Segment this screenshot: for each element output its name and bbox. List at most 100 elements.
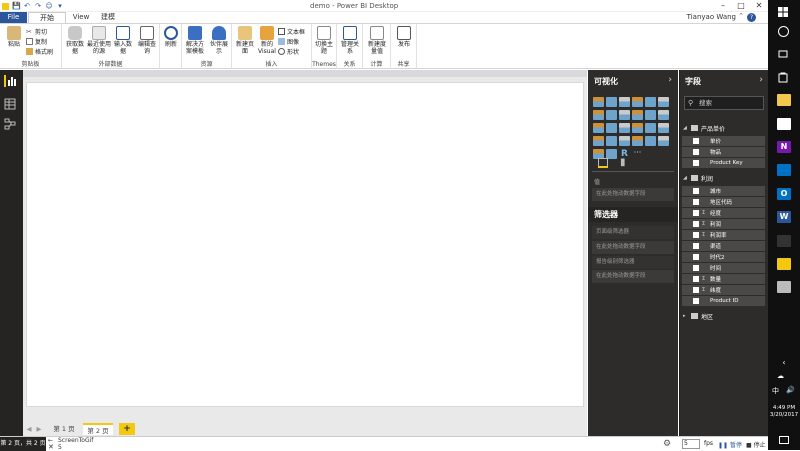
field-checkbox[interactable] [693,221,699,227]
scatter-visual-icon[interactable] [606,123,617,133]
user-name[interactable]: Tianyao Wang [687,13,736,21]
tab-view[interactable]: View [68,12,94,23]
stacked-column-visual-icon[interactable] [606,97,617,107]
field-table[interactable]: ◢ 产品单价 [683,123,725,133]
field-item[interactable]: Σ 纬度 [682,285,765,295]
enter-data-button[interactable]: 输入数据 [112,26,134,55]
save-icon[interactable]: 💾 [12,2,21,10]
solution-templates-button[interactable]: 解决方案模板 [184,26,206,55]
field-table[interactable]: ▸ 地区 [683,311,713,321]
show-hidden-icons-icon[interactable]: ‹ [777,358,791,370]
clustered-bar-visual-icon[interactable] [619,97,630,107]
line-clustered-column-visual-icon[interactable] [645,110,656,120]
page-tab-2[interactable]: 第 2 页 [83,423,113,435]
report-canvas[interactable] [26,82,584,407]
stacked-bar-visual-icon[interactable] [593,97,604,107]
windows-start-icon[interactable] [777,6,791,18]
get-data-button[interactable]: 获取数据 [64,26,86,55]
input-language[interactable]: 中 [772,386,779,396]
treemap-visual-icon[interactable] [645,123,656,133]
publish-button[interactable]: 发布 [393,26,415,48]
chrome-icon[interactable] [777,118,791,130]
area-visual-icon[interactable] [606,110,617,120]
100-stacked-bar-visual-icon[interactable] [645,97,656,107]
task-view-icon[interactable] [777,48,791,60]
minimize-button[interactable]: – [714,0,732,12]
manage-relationships-button[interactable]: 管理关系 [339,26,361,55]
field-checkbox[interactable] [693,298,699,304]
expand-down-icon[interactable]: ◢ [683,175,688,181]
waterfall-visual-icon[interactable] [593,123,604,133]
values-drop-zone[interactable]: 在此处拖动数据字段 [592,188,674,201]
kpi-visual-icon[interactable] [658,136,669,146]
volume-icon[interactable]: 🔊 [786,386,795,394]
ribbon-visual-icon[interactable] [658,110,669,120]
donut-visual-icon[interactable] [632,123,643,133]
format-painter-button[interactable]: 格式刷 [26,47,53,56]
skype-icon[interactable] [777,164,791,176]
smiley-icon[interactable]: ☺ [45,2,53,10]
new-measure-button[interactable]: 新建度量值 [366,26,388,55]
relationships-view-icon[interactable] [4,118,18,130]
field-checkbox[interactable] [693,232,699,238]
fields-tab-icon[interactable] [598,158,608,168]
expand-right-icon[interactable]: ▸ [683,313,688,319]
page-tab-1[interactable]: 第 1 页 [49,423,79,435]
movies-icon[interactable] [777,235,791,247]
customize-toolbar-icon[interactable]: ▾ [56,2,64,10]
data-view-icon[interactable] [4,98,18,110]
field-checkbox[interactable] [693,188,699,194]
add-page-button[interactable]: + [119,423,135,435]
ribbon-collapse-icon[interactable]: ⌃ [738,12,744,20]
funnel-visual-icon[interactable] [606,136,617,146]
line-visual-icon[interactable] [593,110,604,120]
stop-button[interactable]: ■ 停止 [746,440,766,449]
settings-icon[interactable]: ⚙ [663,439,671,449]
field-checkbox[interactable] [693,138,699,144]
outlook-icon[interactable]: O [777,188,791,200]
field-item[interactable]: Σ 经度 [682,208,765,218]
field-item[interactable]: 单价 [682,136,765,146]
prev-page-arrow-icon[interactable]: ◀ [25,423,33,435]
report-filters-drop-zone[interactable]: 在此处拖动数据字段 [592,270,674,283]
map-visual-icon[interactable] [658,123,669,133]
field-checkbox[interactable] [693,276,699,282]
maximize-button[interactable]: □ [732,0,750,12]
field-item[interactable]: 时代2 [682,252,765,262]
fields-search-input[interactable]: ⚲ 搜索 [684,96,764,110]
redo-icon[interactable]: ↷ [34,2,42,10]
field-checkbox[interactable] [693,265,699,271]
filled-map-visual-icon[interactable] [593,136,604,146]
field-checkbox[interactable] [693,243,699,249]
fps-input[interactable]: 5 [682,439,700,449]
field-checkbox[interactable] [693,287,699,293]
new-page-button[interactable]: 新建页面 [234,26,256,55]
image-button[interactable]: 图像 [278,37,299,46]
report-view-icon[interactable] [4,75,18,87]
pause-button[interactable]: ❚❚ 暂停 [718,440,742,449]
tab-file[interactable]: File [0,12,27,23]
field-checkbox[interactable] [693,199,699,205]
page-filters-drop-zone[interactable]: 在此处拖动数据字段 [592,241,674,254]
shapes-button[interactable]: 形状 [278,47,299,56]
multi-row-card-visual-icon[interactable] [632,136,643,146]
onedrive-icon[interactable]: ☁ [777,372,791,384]
tab-modeling[interactable]: 建模 [94,12,122,23]
clustered-column-visual-icon[interactable] [632,97,643,107]
stacked-area-visual-icon[interactable] [619,110,630,120]
expand-down-icon[interactable]: ◢ [683,125,688,131]
word-icon[interactable]: W [777,211,791,223]
field-item[interactable]: Σ 数量 [682,274,765,284]
undo-icon[interactable]: ↶ [23,2,31,10]
format-paint-roller-icon[interactable]: ▮ [620,157,626,168]
field-item[interactable]: Product ID [682,296,765,306]
field-checkbox[interactable] [693,149,699,155]
field-item[interactable]: 时间 [682,263,765,273]
cortana-icon[interactable] [778,26,789,37]
store-icon[interactable] [777,71,791,83]
close-button[interactable]: ✕ [750,0,768,12]
onenote-icon[interactable]: N [777,141,791,153]
power-bi-icon[interactable] [777,258,791,270]
field-item[interactable]: 城市 [682,186,765,196]
field-item[interactable]: 渠道 [682,241,765,251]
